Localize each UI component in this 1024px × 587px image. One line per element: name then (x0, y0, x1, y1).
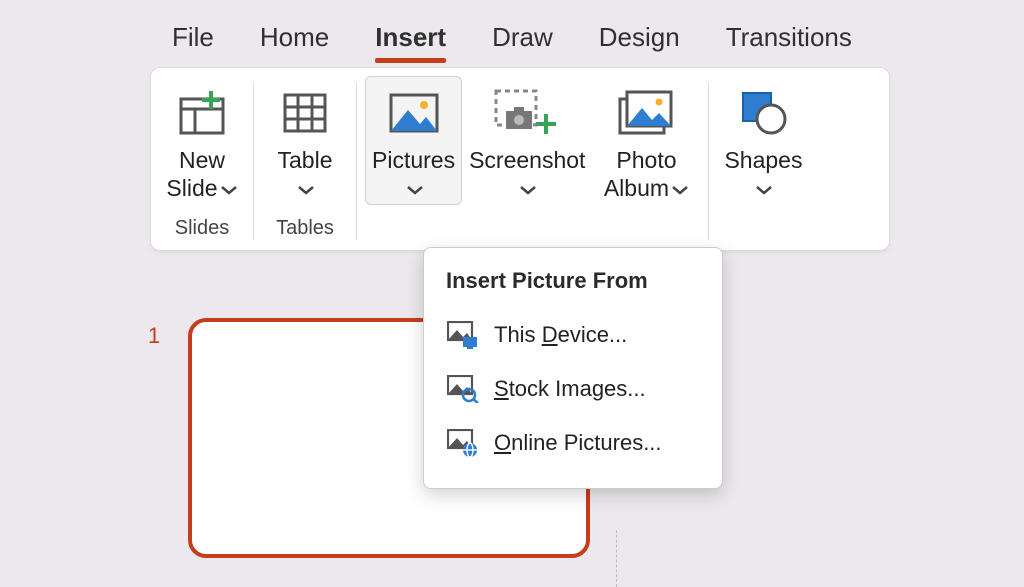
table-button[interactable]: Table (262, 76, 348, 205)
tab-design[interactable]: Design (599, 22, 680, 59)
group-tables-label: Tables (276, 205, 334, 246)
screenshot-button-label: Screenshot (469, 143, 585, 202)
pictures-icon (386, 79, 442, 143)
screenshot-button[interactable]: Screenshot (462, 76, 592, 205)
menu-item-online-pictures[interactable]: Online Pictures... (434, 416, 712, 470)
separator (708, 82, 709, 240)
stock-images-icon (446, 374, 480, 404)
screenshot-icon (491, 79, 563, 143)
photo-album-icon (615, 79, 677, 143)
pictures-menu-title: Insert Picture From (434, 266, 712, 308)
group-slides: New Slide Slides (157, 76, 247, 246)
chevron-down-icon (671, 184, 689, 196)
chevron-down-icon (755, 184, 773, 196)
menu-item-stock-images[interactable]: Stock Images... (434, 362, 712, 416)
menu-item-label: Stock Images... (494, 376, 646, 402)
tab-home[interactable]: Home (260, 22, 329, 59)
tab-draw[interactable]: Draw (492, 22, 553, 59)
chevron-down-icon (519, 184, 537, 196)
ribbon-tabs: File Home Insert Draw Design Transitions (130, 0, 1024, 67)
editing-guide (616, 530, 617, 587)
slide-thumbnail-index: 1 (148, 323, 160, 349)
tab-file[interactable]: File (172, 22, 214, 59)
shapes-button-label: Shapes (724, 143, 802, 202)
separator (356, 82, 357, 240)
menu-item-this-device[interactable]: This Device... (434, 308, 712, 362)
tab-transitions[interactable]: Transitions (726, 22, 852, 59)
new-slide-label: New Slide (166, 143, 237, 202)
pictures-dropdown-menu: Insert Picture From This Device... Stock… (423, 247, 723, 489)
separator (253, 82, 254, 240)
this-device-icon (446, 320, 480, 350)
new-slide-button[interactable]: New Slide (159, 76, 245, 205)
table-button-label: Table (278, 143, 333, 202)
pictures-button[interactable]: Pictures (365, 76, 462, 205)
group-illustrations: Shapes (715, 76, 811, 246)
pictures-button-label: Pictures (372, 143, 455, 202)
photo-album-button[interactable]: Photo Album (592, 76, 700, 205)
chevron-down-icon (297, 184, 315, 196)
chevron-down-icon (220, 184, 238, 196)
shapes-button[interactable]: Shapes (717, 76, 809, 205)
online-pictures-icon (446, 428, 480, 458)
menu-item-label: This Device... (494, 322, 627, 348)
new-slide-icon (175, 79, 229, 143)
group-slides-label: Slides (175, 205, 229, 246)
group-illustrations-label (761, 205, 767, 246)
ribbon: New Slide Slides (150, 67, 890, 251)
menu-item-label: Online Pictures... (494, 430, 662, 456)
shapes-icon (735, 79, 791, 143)
photo-album-button-label: Photo Album (604, 143, 689, 202)
chevron-down-icon (406, 184, 424, 196)
tab-insert[interactable]: Insert (375, 22, 446, 59)
group-images: Pictures (363, 76, 702, 246)
group-images-label (530, 205, 536, 246)
group-tables: Table Tables (260, 76, 350, 246)
table-icon (280, 79, 330, 143)
